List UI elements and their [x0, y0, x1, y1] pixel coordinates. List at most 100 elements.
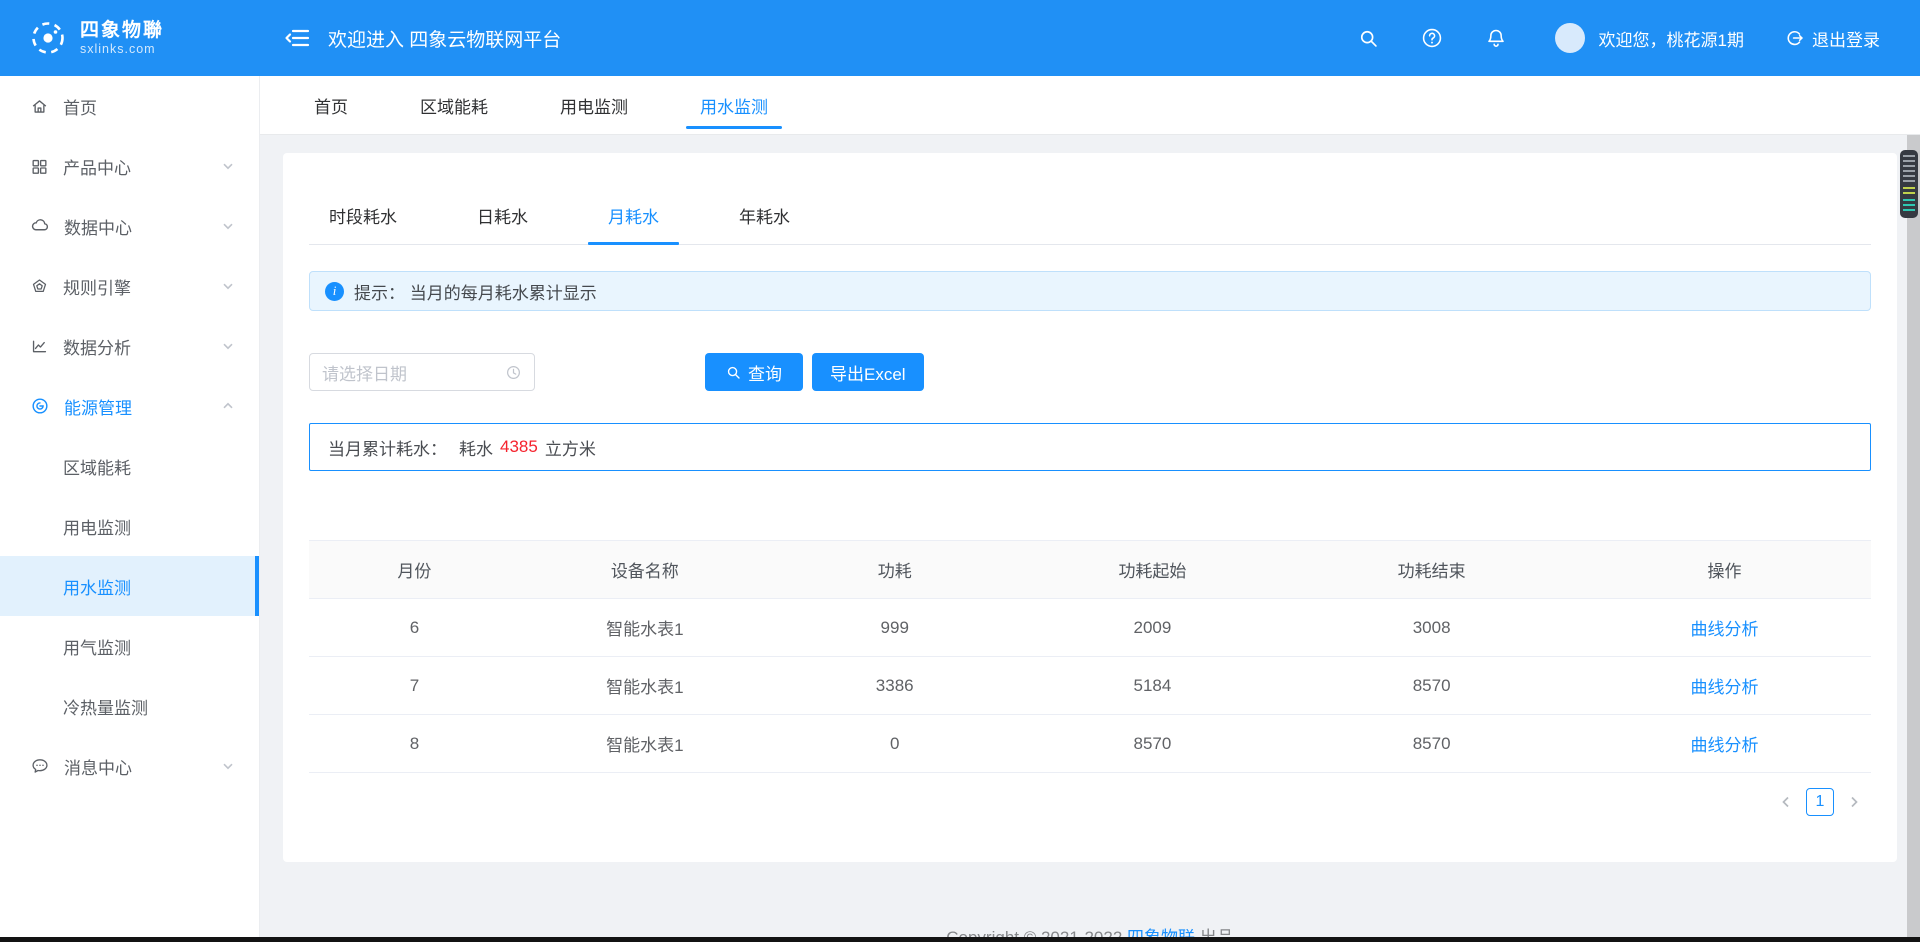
- window-bottom-edge: [0, 937, 1920, 942]
- sidebar-subitem-gas[interactable]: 用气监测: [0, 616, 259, 676]
- column-header-consumption: 功耗: [769, 540, 1020, 599]
- sidebar-item-home[interactable]: 首页: [0, 76, 259, 136]
- logout-icon: [1787, 31, 1804, 46]
- scrollbar-track[interactable]: [1907, 135, 1920, 937]
- summary-prefix: 当月累计耗水：: [328, 439, 447, 459]
- cell-month: 8: [309, 714, 520, 773]
- sidebar-item-data-analysis[interactable]: 数据分析: [0, 316, 259, 376]
- summary-metric: 耗水: [459, 439, 493, 459]
- tab-label: 日耗水: [477, 208, 528, 227]
- chevron-down-icon: [221, 219, 235, 233]
- sidebar-subitem-label: 冷热量监测: [63, 698, 148, 718]
- sidebar-item-label: 能源管理: [64, 398, 132, 418]
- cell-consumption: 3386: [769, 656, 1020, 715]
- table-row: 6 智能水表1 999 2009 3008 曲线分析: [309, 598, 1871, 657]
- home-icon: [30, 97, 49, 116]
- chevron-down-icon: [221, 339, 235, 353]
- nav-tab-electricity[interactable]: 用电监测: [544, 76, 644, 134]
- rule-engine-icon: [30, 277, 49, 296]
- summary-value: 4385: [500, 437, 538, 456]
- chevron-down-icon: [221, 759, 235, 773]
- sidebar-subitem-area-energy[interactable]: 区域能耗: [0, 436, 259, 496]
- cell-start: 5184: [1019, 656, 1286, 715]
- top-nav-tabs: 首页 区域能耗 用电监测 用水监测: [260, 76, 1920, 135]
- sidebar-item-label: 首页: [63, 98, 97, 118]
- nav-tab-water[interactable]: 用水监测: [684, 76, 784, 134]
- search-icon[interactable]: [1358, 28, 1379, 49]
- cell-end: 8570: [1285, 714, 1579, 773]
- sidebar-subitem-electricity[interactable]: 用电监测: [0, 496, 259, 556]
- column-header-end: 功耗结束: [1285, 540, 1579, 599]
- sidebar-subitem-label: 区域能耗: [63, 458, 131, 478]
- column-header-device: 设备名称: [519, 540, 770, 599]
- analysis-icon: [30, 337, 49, 356]
- water-monitoring-card: 时段耗水 日耗水 月耗水 年耗水 i 提示： 当月的每月耗水累计显示 请选择日期: [283, 153, 1897, 862]
- tab-yearly-consumption[interactable]: 年耗水: [719, 203, 810, 244]
- brand-domain: sxlinks.com: [80, 41, 156, 56]
- search-icon: [727, 366, 740, 379]
- energy-icon: [30, 396, 50, 416]
- logo: 四象物聯 sxlinks.com: [0, 18, 260, 58]
- pagination-page-1[interactable]: 1: [1806, 788, 1834, 816]
- help-icon[interactable]: [1421, 27, 1443, 49]
- scrollbar-thumb[interactable]: [1900, 150, 1918, 218]
- sidebar-item-energy-management[interactable]: 能源管理: [0, 376, 259, 436]
- column-header-start: 功耗起始: [1019, 540, 1286, 599]
- logout-button[interactable]: 退出登录: [1784, 26, 1880, 51]
- pagination-prev-icon[interactable]: [1779, 795, 1793, 809]
- tab-period-consumption[interactable]: 时段耗水: [309, 203, 417, 244]
- user-avatar[interactable]: [1554, 23, 1585, 53]
- pagination-next-icon[interactable]: [1847, 795, 1861, 809]
- curve-analysis-link[interactable]: 曲线分析: [1691, 736, 1759, 755]
- tab-label: 时段耗水: [329, 208, 397, 227]
- cloud-icon: [30, 216, 50, 236]
- nav-tab-area-energy[interactable]: 区域能耗: [404, 76, 504, 134]
- export-excel-button[interactable]: 导出Excel: [812, 353, 924, 391]
- main-content: 时段耗水 日耗水 月耗水 年耗水 i 提示： 当月的每月耗水累计显示 请选择日期: [260, 135, 1920, 942]
- cell-end: 8570: [1285, 656, 1579, 715]
- cell-device: 智能水表1: [519, 598, 770, 657]
- cell-end: 3008: [1285, 598, 1579, 657]
- cell-month: 7: [309, 656, 520, 715]
- column-header-month: 月份: [309, 540, 520, 599]
- tab-label: 年耗水: [739, 208, 790, 227]
- sidebar-item-label: 数据中心: [64, 218, 132, 238]
- sidebar-item-label: 产品中心: [63, 158, 131, 178]
- sidebar-item-message-center[interactable]: 消息中心: [0, 736, 259, 796]
- table-row: 8 智能水表1 0 8570 8570 曲线分析: [309, 714, 1871, 773]
- nav-tab-label: 用水监测: [700, 97, 768, 117]
- cell-device: 智能水表1: [519, 714, 770, 773]
- tab-daily-consumption[interactable]: 日耗水: [457, 203, 548, 244]
- info-alert: i 提示： 当月的每月耗水累计显示: [309, 271, 1871, 311]
- query-button-label: 查询: [748, 364, 782, 384]
- sidebar-item-label: 规则引擎: [63, 278, 131, 298]
- nav-tab-label: 区域能耗: [420, 97, 488, 117]
- filter-controls: 请选择日期 查询 导出Excel: [309, 353, 1871, 391]
- table-row: 7 智能水表1 3386 5184 8570 曲线分析: [309, 656, 1871, 715]
- notifications-bell-icon[interactable]: [1485, 27, 1507, 49]
- date-picker-input[interactable]: 请选择日期: [309, 353, 535, 391]
- cell-start: 2009: [1019, 598, 1286, 657]
- sidebar-subitem-water[interactable]: 用水监测: [0, 556, 259, 616]
- sidebar-subitem-label: 用电监测: [63, 518, 131, 538]
- nav-tab-home[interactable]: 首页: [298, 76, 364, 134]
- cell-consumption: 0: [769, 714, 1020, 773]
- query-button[interactable]: 查询: [705, 353, 803, 391]
- curve-analysis-link[interactable]: 曲线分析: [1691, 678, 1759, 697]
- sidebar-item-data-center[interactable]: 数据中心: [0, 196, 259, 256]
- app-window: 四象物聯 sxlinks.com 欢迎进入 四象云物联网平台 欢迎您，桃花源1期…: [0, 0, 1920, 942]
- nav-tab-label: 首页: [314, 97, 348, 117]
- curve-analysis-link[interactable]: 曲线分析: [1691, 620, 1759, 639]
- message-icon: [30, 756, 50, 776]
- brand-logo-icon: [28, 18, 68, 58]
- sidebar-subitem-heating-cooling[interactable]: 冷热量监测: [0, 676, 259, 736]
- sidebar-collapse-icon[interactable]: [284, 26, 310, 50]
- tab-monthly-consumption[interactable]: 月耗水: [588, 203, 679, 245]
- column-header-actions: 操作: [1578, 540, 1871, 599]
- sidebar-item-products[interactable]: 产品中心: [0, 136, 259, 196]
- export-button-label: 导出Excel: [830, 364, 906, 384]
- sidebar-item-rule-engine[interactable]: 规则引擎: [0, 256, 259, 316]
- scroll-marker-teal: [1903, 199, 1915, 213]
- cell-device: 智能水表1: [519, 656, 770, 715]
- info-icon: i: [325, 281, 344, 301]
